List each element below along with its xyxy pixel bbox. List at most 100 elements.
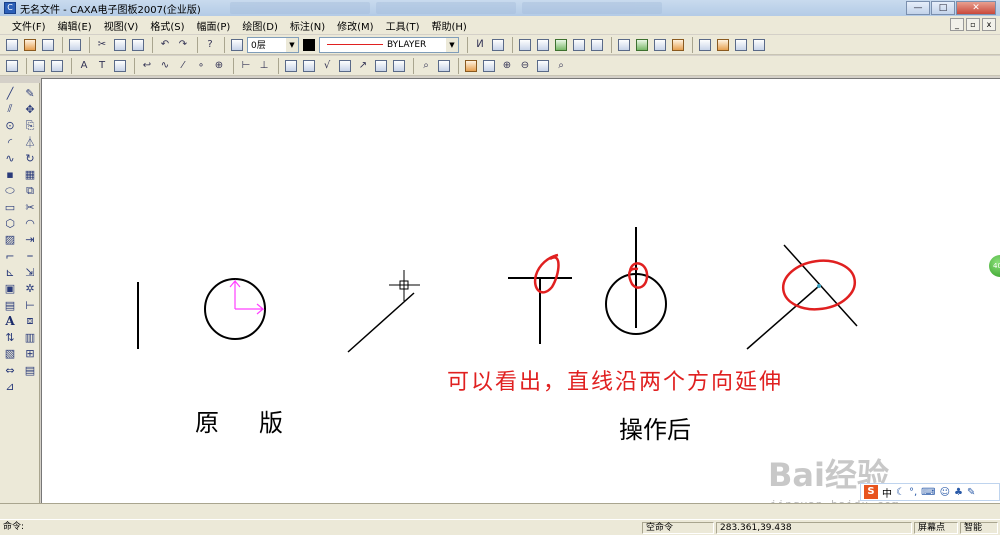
menu-format[interactable]: 格式(S) <box>148 17 186 34</box>
menu-help[interactable]: 帮助(H) <box>430 17 469 34</box>
title-block-icon[interactable] <box>697 37 713 53</box>
match-prop-icon[interactable]: ⇅ <box>0 329 20 345</box>
measure-icon[interactable]: ⊿ <box>0 378 20 394</box>
table-icon[interactable] <box>670 37 686 53</box>
redo-icon[interactable]: ↷ <box>175 37 191 53</box>
vdim-icon[interactable]: ⊥ <box>256 58 272 74</box>
stretch-icon[interactable]: ⇲ <box>20 264 40 280</box>
roughness-icon[interactable]: √ <box>319 58 335 74</box>
print-icon[interactable] <box>67 37 83 53</box>
image-icon[interactable]: ▤ <box>0 297 20 313</box>
chevron-down-icon[interactable]: ▼ <box>446 37 458 52</box>
rotate-icon[interactable]: ↻ <box>20 150 40 166</box>
line-icon[interactable]: ╱ <box>0 85 20 101</box>
menu-edit[interactable]: 编辑(E) <box>56 17 94 34</box>
help-icon[interactable]: ? <box>202 37 218 53</box>
tolerance-icon[interactable] <box>283 58 299 74</box>
menu-tools[interactable]: 工具(T) <box>384 17 422 34</box>
curve-icon[interactable]: ↩ <box>139 58 155 74</box>
trim-icon[interactable]: ✂ <box>20 199 40 215</box>
query-icon[interactable] <box>481 58 497 74</box>
block-insert-icon[interactable]: ⧈ <box>20 313 40 329</box>
symbol-icon[interactable] <box>652 37 668 53</box>
redraw-icon[interactable] <box>571 37 587 53</box>
pencil-icon[interactable] <box>463 58 479 74</box>
node-icon[interactable]: ∘ <box>193 58 209 74</box>
moon-icon[interactable]: ☾ <box>896 487 905 498</box>
save-icon[interactable] <box>40 37 56 53</box>
parts-list-icon[interactable] <box>751 37 767 53</box>
paste-icon[interactable] <box>130 37 146 53</box>
ellipse-icon[interactable]: ⬭ <box>0 183 20 199</box>
align-icon[interactable]: ⇔ <box>0 362 20 378</box>
menu-view[interactable]: 视图(V) <box>102 17 141 34</box>
parallel-icon[interactable]: ⫽ <box>0 101 20 117</box>
block-icon[interactable]: ▣ <box>0 281 20 297</box>
distance-icon[interactable] <box>436 58 452 74</box>
view-3d-icon[interactable] <box>634 37 650 53</box>
pick-icon[interactable] <box>589 37 605 53</box>
pan-icon[interactable] <box>535 37 551 53</box>
chamfer-icon[interactable] <box>373 58 389 74</box>
doc-minimize-button[interactable]: _ <box>950 18 964 31</box>
part-library-icon[interactable] <box>616 37 632 53</box>
ime-toolbar[interactable]: S 中 ☾ °, ⌨ ☺ ♣ ✎ <box>860 483 1000 501</box>
ime-mode[interactable]: 中 <box>882 485 892 500</box>
point-icon[interactable]: ▪ <box>0 166 20 182</box>
new-file-icon[interactable] <box>4 37 20 53</box>
command-line[interactable]: 命令: <box>0 522 640 534</box>
wrench-icon[interactable]: ✎ <box>967 487 975 498</box>
smart-mode[interactable]: 智能 <box>960 522 998 534</box>
group-icon[interactable]: ⊞ <box>20 346 40 362</box>
slash-icon[interactable]: ⁄ <box>175 58 191 74</box>
dimension-icon[interactable]: ⊢ <box>20 297 40 313</box>
chart-icon[interactable]: ▤ <box>20 362 40 378</box>
polyline-icon[interactable]: ⌐ <box>0 248 20 264</box>
explode-icon[interactable]: ✲ <box>20 281 40 297</box>
zoom-icon[interactable]: ⌕ <box>418 58 434 74</box>
layer-tool-icon[interactable]: ▥ <box>20 329 40 345</box>
zoom-all-icon[interactable] <box>31 58 47 74</box>
zoom-dynamic-icon[interactable]: ⌕ <box>553 58 569 74</box>
target-icon[interactable]: ⊕ <box>211 58 227 74</box>
arc-icon[interactable]: ◜ <box>0 134 20 150</box>
polygon-icon[interactable]: ⬡ <box>0 215 20 231</box>
text-style-icon[interactable]: A <box>76 58 92 74</box>
menu-file[interactable]: 文件(F) <box>10 17 48 34</box>
keyboard-icon[interactable]: ⌨ <box>921 487 935 498</box>
layer-icon[interactable] <box>229 37 245 53</box>
doc-close-button[interactable]: x <box>982 18 996 31</box>
menu-draw[interactable]: 绘图(D) <box>240 17 280 34</box>
circle-icon[interactable]: ⊙ <box>0 118 20 134</box>
break-icon[interactable]: ⎯ <box>20 248 40 264</box>
layer-select[interactable]: 0层 ▼ <box>247 36 299 53</box>
section-icon[interactable] <box>391 58 407 74</box>
menu-paper[interactable]: 幅面(P) <box>195 17 233 34</box>
rectangle-icon[interactable]: ▭ <box>0 199 20 215</box>
undo-icon[interactable]: ↶ <box>157 37 173 53</box>
menu-dimension[interactable]: 标注(N) <box>288 17 327 34</box>
match-icon[interactable] <box>490 37 506 53</box>
linetype-select[interactable]: BYLAYER ▼ <box>319 36 459 53</box>
leader-icon[interactable]: ↗ <box>355 58 371 74</box>
user-icon[interactable]: ☺ <box>940 487 950 498</box>
snap-icon[interactable] <box>4 58 20 74</box>
text-icon[interactable]: T <box>94 58 110 74</box>
zoom-out-icon[interactable]: ⊖ <box>517 58 533 74</box>
zoom-fit-icon[interactable] <box>535 58 551 74</box>
minimize-button[interactable]: — <box>906 1 930 15</box>
snap-mode[interactable]: 屏幕点 <box>914 522 958 534</box>
text-tool-icon[interactable]: A <box>0 313 20 329</box>
menu-modify[interactable]: 修改(M) <box>335 17 375 34</box>
copy-icon[interactable]: ⎘ <box>20 118 40 134</box>
hatch-edit-icon[interactable]: ▧ <box>0 346 20 362</box>
spline-icon[interactable]: ∿ <box>0 150 20 166</box>
punctuation-icon[interactable]: °, <box>909 487 917 498</box>
regen-icon[interactable] <box>553 37 569 53</box>
extend-icon[interactable]: ⇥ <box>20 232 40 248</box>
scale-icon[interactable]: ⧉ <box>20 183 40 199</box>
horizontal-scrollbar[interactable] <box>0 503 1000 519</box>
close-button[interactable]: ✕ <box>956 1 996 15</box>
wave-icon[interactable]: ∿ <box>157 58 173 74</box>
weld-icon[interactable] <box>337 58 353 74</box>
